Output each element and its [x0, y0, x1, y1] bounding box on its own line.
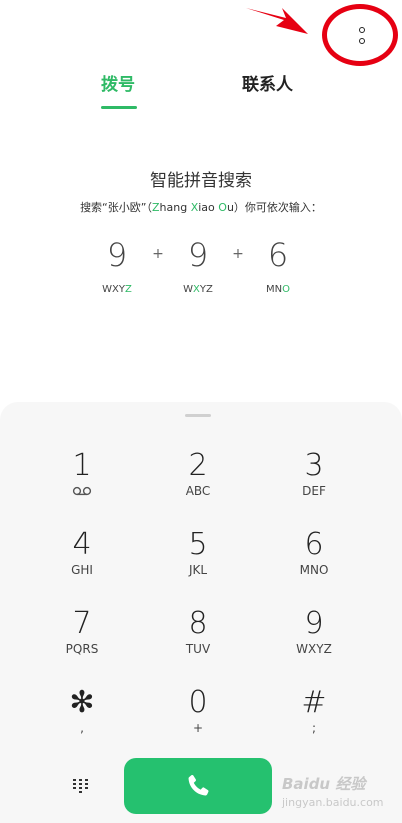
example-letters-3a: MN	[266, 284, 283, 295]
tip-description: 搜索“张小欧”（Zhang Xiao Ou）你可依次输入：	[0, 199, 402, 215]
key-6[interactable]: 6 MNO	[264, 527, 364, 591]
example-plus-2: +	[232, 246, 244, 262]
key-1-sub	[32, 484, 132, 501]
key-6-letters: MNO	[299, 563, 329, 577]
example-letters-2: WXYZ	[168, 284, 228, 295]
key-0[interactable]: 0 +	[148, 685, 248, 749]
key-1[interactable]: 1	[32, 448, 132, 512]
more-options-icon	[359, 26, 365, 33]
key-4-letters: GHI	[71, 563, 93, 577]
call-button[interactable]	[124, 758, 272, 814]
phone-icon	[188, 774, 209, 796]
watermark-logo: Baidu 经验	[282, 775, 366, 793]
example-digit-1: 9	[106, 236, 128, 274]
tip-letter-z: Z	[151, 201, 160, 214]
watermark-url: jingyan.baidu.com	[282, 796, 384, 809]
example-letters-2c: YZ	[199, 284, 213, 295]
example-letters-1b: Z	[125, 284, 132, 295]
tab-active-indicator	[101, 106, 137, 109]
key-7-digit: 7	[72, 606, 92, 641]
example-digit-3: 6	[267, 236, 289, 274]
key-5[interactable]: 5 JKL	[148, 527, 248, 591]
key-star-symbol: ✻	[69, 685, 95, 720]
key-8-digit: 8	[188, 606, 208, 641]
key-7[interactable]: 7 PQRS	[32, 606, 132, 670]
key-hash-symbol: #	[301, 685, 327, 720]
key-3-digit: 3	[304, 448, 324, 483]
key-8-letters: TUV	[185, 642, 211, 656]
tip-letter-o: O	[218, 201, 227, 214]
key-4-digit: 4	[72, 527, 92, 562]
example-letters-2b: X	[193, 284, 200, 295]
tab-bar: 拨号 联系人	[0, 70, 402, 114]
voicemail-icon	[72, 486, 92, 496]
example-digit-2: 9	[187, 236, 209, 274]
key-5-digit: 5	[188, 527, 208, 562]
key-2[interactable]: 2 ABC	[148, 448, 248, 512]
tab-dial[interactable]: 拨号	[101, 70, 135, 95]
example-letters-2a: W	[183, 284, 194, 295]
key-8[interactable]: 8 TUV	[148, 606, 248, 670]
key-9[interactable]: 9 WXYZ	[264, 606, 364, 670]
tip-title: 智能拼音搜索	[150, 171, 252, 191]
key-6-digit: 6	[304, 527, 324, 562]
tab-contacts[interactable]: 联系人	[242, 70, 293, 95]
key-star[interactable]: ✻ ,	[32, 685, 132, 749]
key-2-letters: ABC	[185, 484, 211, 498]
key-2-digit: 2	[188, 448, 208, 483]
key-star-sub: ,	[80, 721, 84, 735]
key-7-letters: PQRS	[65, 642, 99, 656]
baidu-watermark: Baidu 经验 jingyan.baidu.com	[282, 773, 394, 819]
tip-desc-suffix: ）你可依次输入：	[233, 201, 322, 214]
example-letters-1a: WXY	[102, 284, 125, 295]
key-9-digit: 9	[304, 606, 324, 641]
key-4[interactable]: 4 GHI	[32, 527, 132, 591]
example-letters-3b: O	[282, 284, 290, 295]
more-options-icon-dot	[359, 37, 365, 44]
key-0-digit: 0	[188, 685, 208, 720]
key-5-letters: JKL	[188, 563, 208, 577]
key-hash[interactable]: # ;	[264, 685, 364, 749]
dialpad-toggle-icon[interactable]	[72, 778, 90, 794]
pinyin-example: 9 WXYZ + 9 WXYZ + 6 MNO	[0, 236, 402, 306]
key-3-letters: DEF	[302, 484, 326, 498]
example-plus-1: +	[152, 246, 164, 262]
key-9-letters: WXYZ	[296, 642, 332, 656]
key-0-sub: +	[192, 721, 204, 735]
more-options-button[interactable]	[350, 20, 374, 50]
key-hash-sub: ;	[311, 721, 317, 735]
key-1-digit: 1	[72, 448, 92, 483]
annotation-arrow-icon	[246, 8, 308, 34]
tip-text-hang: hang	[159, 201, 191, 214]
example-letters-1: WXYZ	[87, 284, 147, 295]
example-letters-3: MNO	[248, 284, 308, 295]
dial-keypad: 1 2 ABC 3 DEF 4 GHI 5 JKL 6 MNO 7 PQRS 8…	[0, 402, 402, 823]
tip-text-u: u	[226, 201, 234, 214]
tip-desc-prefix: 搜索“张小欧”（	[80, 201, 152, 214]
tip-text-iao: iao	[198, 201, 219, 214]
keypad-drag-handle[interactable]	[185, 414, 211, 417]
key-3[interactable]: 3 DEF	[264, 448, 364, 512]
